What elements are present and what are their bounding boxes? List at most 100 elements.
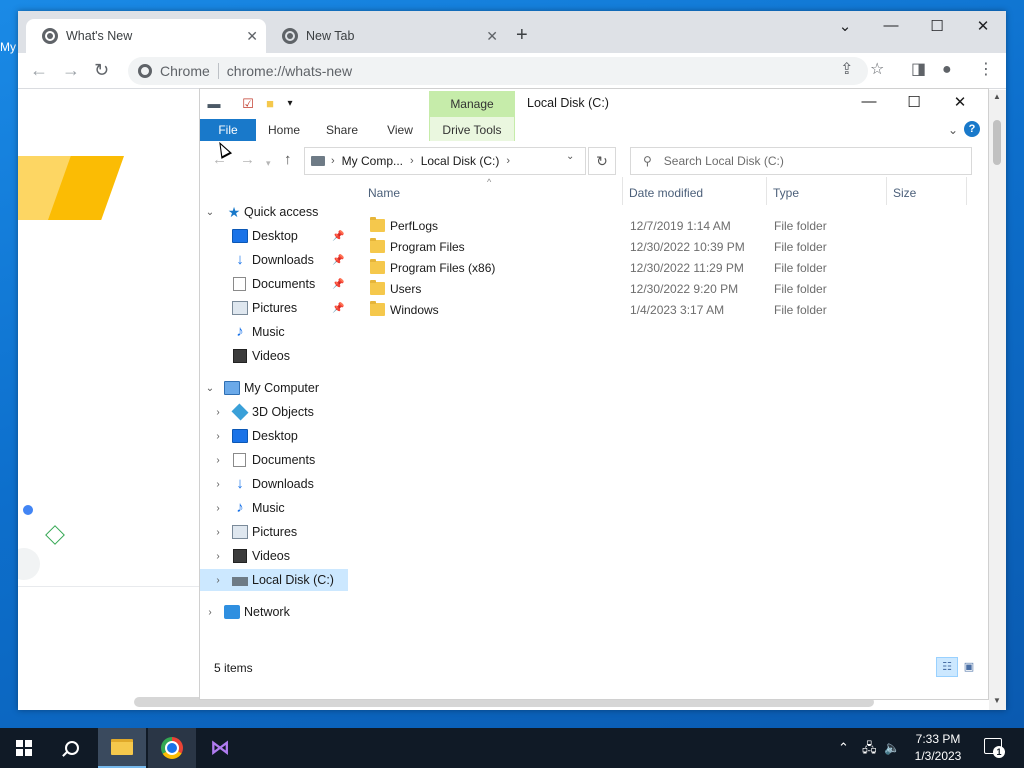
expand-ribbon-chevron-icon[interactable]: ⌄ — [948, 123, 958, 137]
tab-new-tab[interactable]: New Tab ✕ — [266, 19, 506, 53]
scroll-up-icon[interactable]: ▲ — [993, 92, 1001, 101]
refresh-button[interactable]: ↻ — [588, 147, 616, 175]
expand-chevron-icon[interactable]: › — [212, 503, 224, 514]
minimize-button[interactable]: — — [876, 17, 906, 34]
decorative-circle — [18, 548, 40, 580]
column-header-size[interactable]: Size — [893, 186, 916, 200]
close-icon[interactable]: ✕ — [486, 28, 498, 45]
new-folder-icon[interactable]: ■ — [262, 96, 278, 112]
side-panel-icon[interactable]: ◨ — [911, 61, 926, 79]
expand-chevron-icon[interactable]: › — [204, 607, 216, 618]
nav-qa-pictures[interactable]: Pictures 📌 — [200, 297, 348, 319]
tab-view[interactable]: View — [378, 119, 422, 141]
column-header-name[interactable]: Name — [368, 186, 400, 200]
reload-icon[interactable]: ↻ — [94, 61, 109, 79]
file-row[interactable]: Users 12/30/2022 9:20 PM File folder — [360, 278, 960, 299]
details-view-icon[interactable]: ☷ — [936, 657, 958, 677]
close-icon[interactable]: ✕ — [246, 28, 258, 45]
file-row[interactable]: Windows 1/4/2023 3:17 AM File folder — [360, 299, 960, 320]
forward-arrow-icon[interactable]: → — [62, 61, 80, 79]
taskbar-file-explorer[interactable] — [98, 728, 146, 768]
network-status-icon[interactable]: 🖧 — [862, 740, 877, 756]
up-arrow-icon[interactable]: ↑ — [284, 152, 292, 168]
nav-3d-objects[interactable]: › 3D Objects — [200, 401, 348, 423]
explorer-address-bar[interactable]: › My Comp... › Local Disk (C:) › — [304, 147, 586, 175]
large-icons-view-icon[interactable]: ▣ — [958, 657, 980, 677]
taskbar-visual-studio[interactable]: ⋈ — [196, 728, 244, 768]
file-name: Program Files (x86) — [390, 261, 496, 275]
nav-qa-desktop[interactable]: Desktop 📌 — [200, 225, 348, 247]
scroll-down-icon[interactable]: ▼ — [993, 696, 1001, 705]
expand-chevron-icon[interactable]: › — [212, 455, 224, 466]
recent-locations-chevron-icon[interactable]: ▾ — [266, 155, 271, 171]
nav-pictures[interactable]: › Pictures — [200, 521, 348, 543]
volume-icon[interactable]: 🔈 — [884, 740, 900, 756]
scrollbar-thumb[interactable] — [993, 120, 1001, 165]
tab-whats-new[interactable]: What's New ✕ — [26, 19, 266, 53]
expand-chevron-icon[interactable]: › — [212, 575, 224, 586]
address-dropdown-chevron-icon[interactable]: ⌄ — [566, 151, 574, 162]
bookmark-star-icon[interactable]: ☆ — [870, 61, 884, 79]
start-button[interactable] — [0, 728, 48, 768]
minimize-button[interactable]: — — [854, 93, 884, 110]
nav-videos[interactable]: › Videos — [200, 545, 348, 567]
videos-icon — [233, 349, 247, 363]
show-hidden-icons-chevron-icon[interactable]: ⌃ — [838, 740, 849, 756]
file-row[interactable]: Program Files (x86) 12/30/2022 11:29 PM … — [360, 257, 960, 278]
nav-my-computer[interactable]: ⌄ My Computer — [200, 377, 348, 399]
breadcrumb-my-computer[interactable]: My Comp... — [342, 154, 403, 168]
nav-music[interactable]: › ♪ Music — [200, 497, 348, 519]
close-window-button[interactable]: ✕ — [968, 17, 998, 35]
column-header-type[interactable]: Type — [773, 186, 799, 200]
nav-qa-videos[interactable]: Videos — [200, 345, 348, 367]
tab-search-chevron-icon[interactable]: ⌄ — [830, 17, 860, 35]
system-clock[interactable]: 7:33 PM 1/3/2023 — [905, 731, 971, 765]
site-label: Chrome — [160, 63, 210, 79]
share-icon[interactable]: ⇪ — [840, 61, 853, 79]
search-button[interactable] — [48, 728, 96, 768]
tab-home[interactable]: Home — [262, 119, 306, 141]
taskbar-chrome[interactable] — [148, 728, 196, 768]
tab-share[interactable]: Share — [320, 119, 364, 141]
tab-drive-tools[interactable]: Drive Tools — [429, 119, 515, 141]
profile-avatar-icon[interactable]: ● — [942, 61, 952, 79]
help-icon[interactable]: ? — [964, 121, 980, 137]
page-scrollbar[interactable]: ▲ ▼ — [989, 90, 1006, 710]
nav-network[interactable]: › Network — [200, 601, 348, 623]
nav-desktop[interactable]: › Desktop — [200, 425, 348, 447]
expand-chevron-icon[interactable]: › — [212, 431, 224, 442]
maximize-button[interactable]: ☐ — [922, 17, 952, 35]
expand-chevron-icon[interactable]: › — [212, 479, 224, 490]
back-arrow-icon[interactable]: ← — [30, 61, 48, 79]
nav-qa-documents[interactable]: Documents 📌 — [200, 273, 348, 295]
breadcrumb-local-disk[interactable]: Local Disk (C:) — [421, 154, 500, 168]
expand-chevron-icon[interactable]: › — [212, 527, 224, 538]
search-input[interactable]: ⚲ Search Local Disk (C:) — [630, 147, 972, 175]
nav-downloads[interactable]: › ↓ Downloads — [200, 473, 348, 495]
desktop-icon-label[interactable]: My — [0, 40, 18, 54]
nav-qa-downloads[interactable]: ↓ Downloads 📌 — [200, 249, 348, 271]
collapse-chevron-icon[interactable]: ⌄ — [204, 383, 216, 394]
address-bar[interactable]: Chrome chrome://whats-new — [128, 57, 868, 85]
collapse-chevron-icon[interactable]: ⌄ — [204, 207, 216, 218]
file-row[interactable]: Program Files 12/30/2022 10:39 PM File f… — [360, 236, 960, 257]
nav-documents[interactable]: › Documents — [200, 449, 348, 471]
manage-contextual-tab[interactable]: Manage — [429, 91, 515, 117]
url-text[interactable]: chrome://whats-new — [227, 63, 352, 79]
properties-icon[interactable]: ☑ — [240, 96, 256, 112]
nav-local-disk[interactable]: › Local Disk (C:) — [200, 569, 348, 591]
column-header-date[interactable]: Date modified — [629, 186, 703, 200]
chrome-icon — [42, 28, 58, 44]
expand-chevron-icon[interactable]: › — [212, 407, 224, 418]
close-window-button[interactable]: ✕ — [945, 93, 975, 111]
expand-chevron-icon[interactable]: › — [212, 551, 224, 562]
maximize-button[interactable]: ☐ — [899, 93, 929, 111]
menu-dots-icon[interactable]: ⋮ — [978, 61, 994, 79]
file-row[interactable]: PerfLogs 12/7/2019 1:14 AM File folder — [360, 215, 960, 236]
nav-quick-access[interactable]: ⌄ ★ Quick access — [200, 201, 348, 223]
tab-file[interactable]: File — [200, 119, 256, 141]
customize-toolbar-chevron-icon[interactable]: ▾ — [282, 96, 298, 112]
forward-arrow-icon[interactable]: → — [240, 152, 255, 168]
nav-qa-music[interactable]: ♪ Music — [200, 321, 348, 343]
new-tab-button[interactable]: + — [516, 25, 528, 45]
